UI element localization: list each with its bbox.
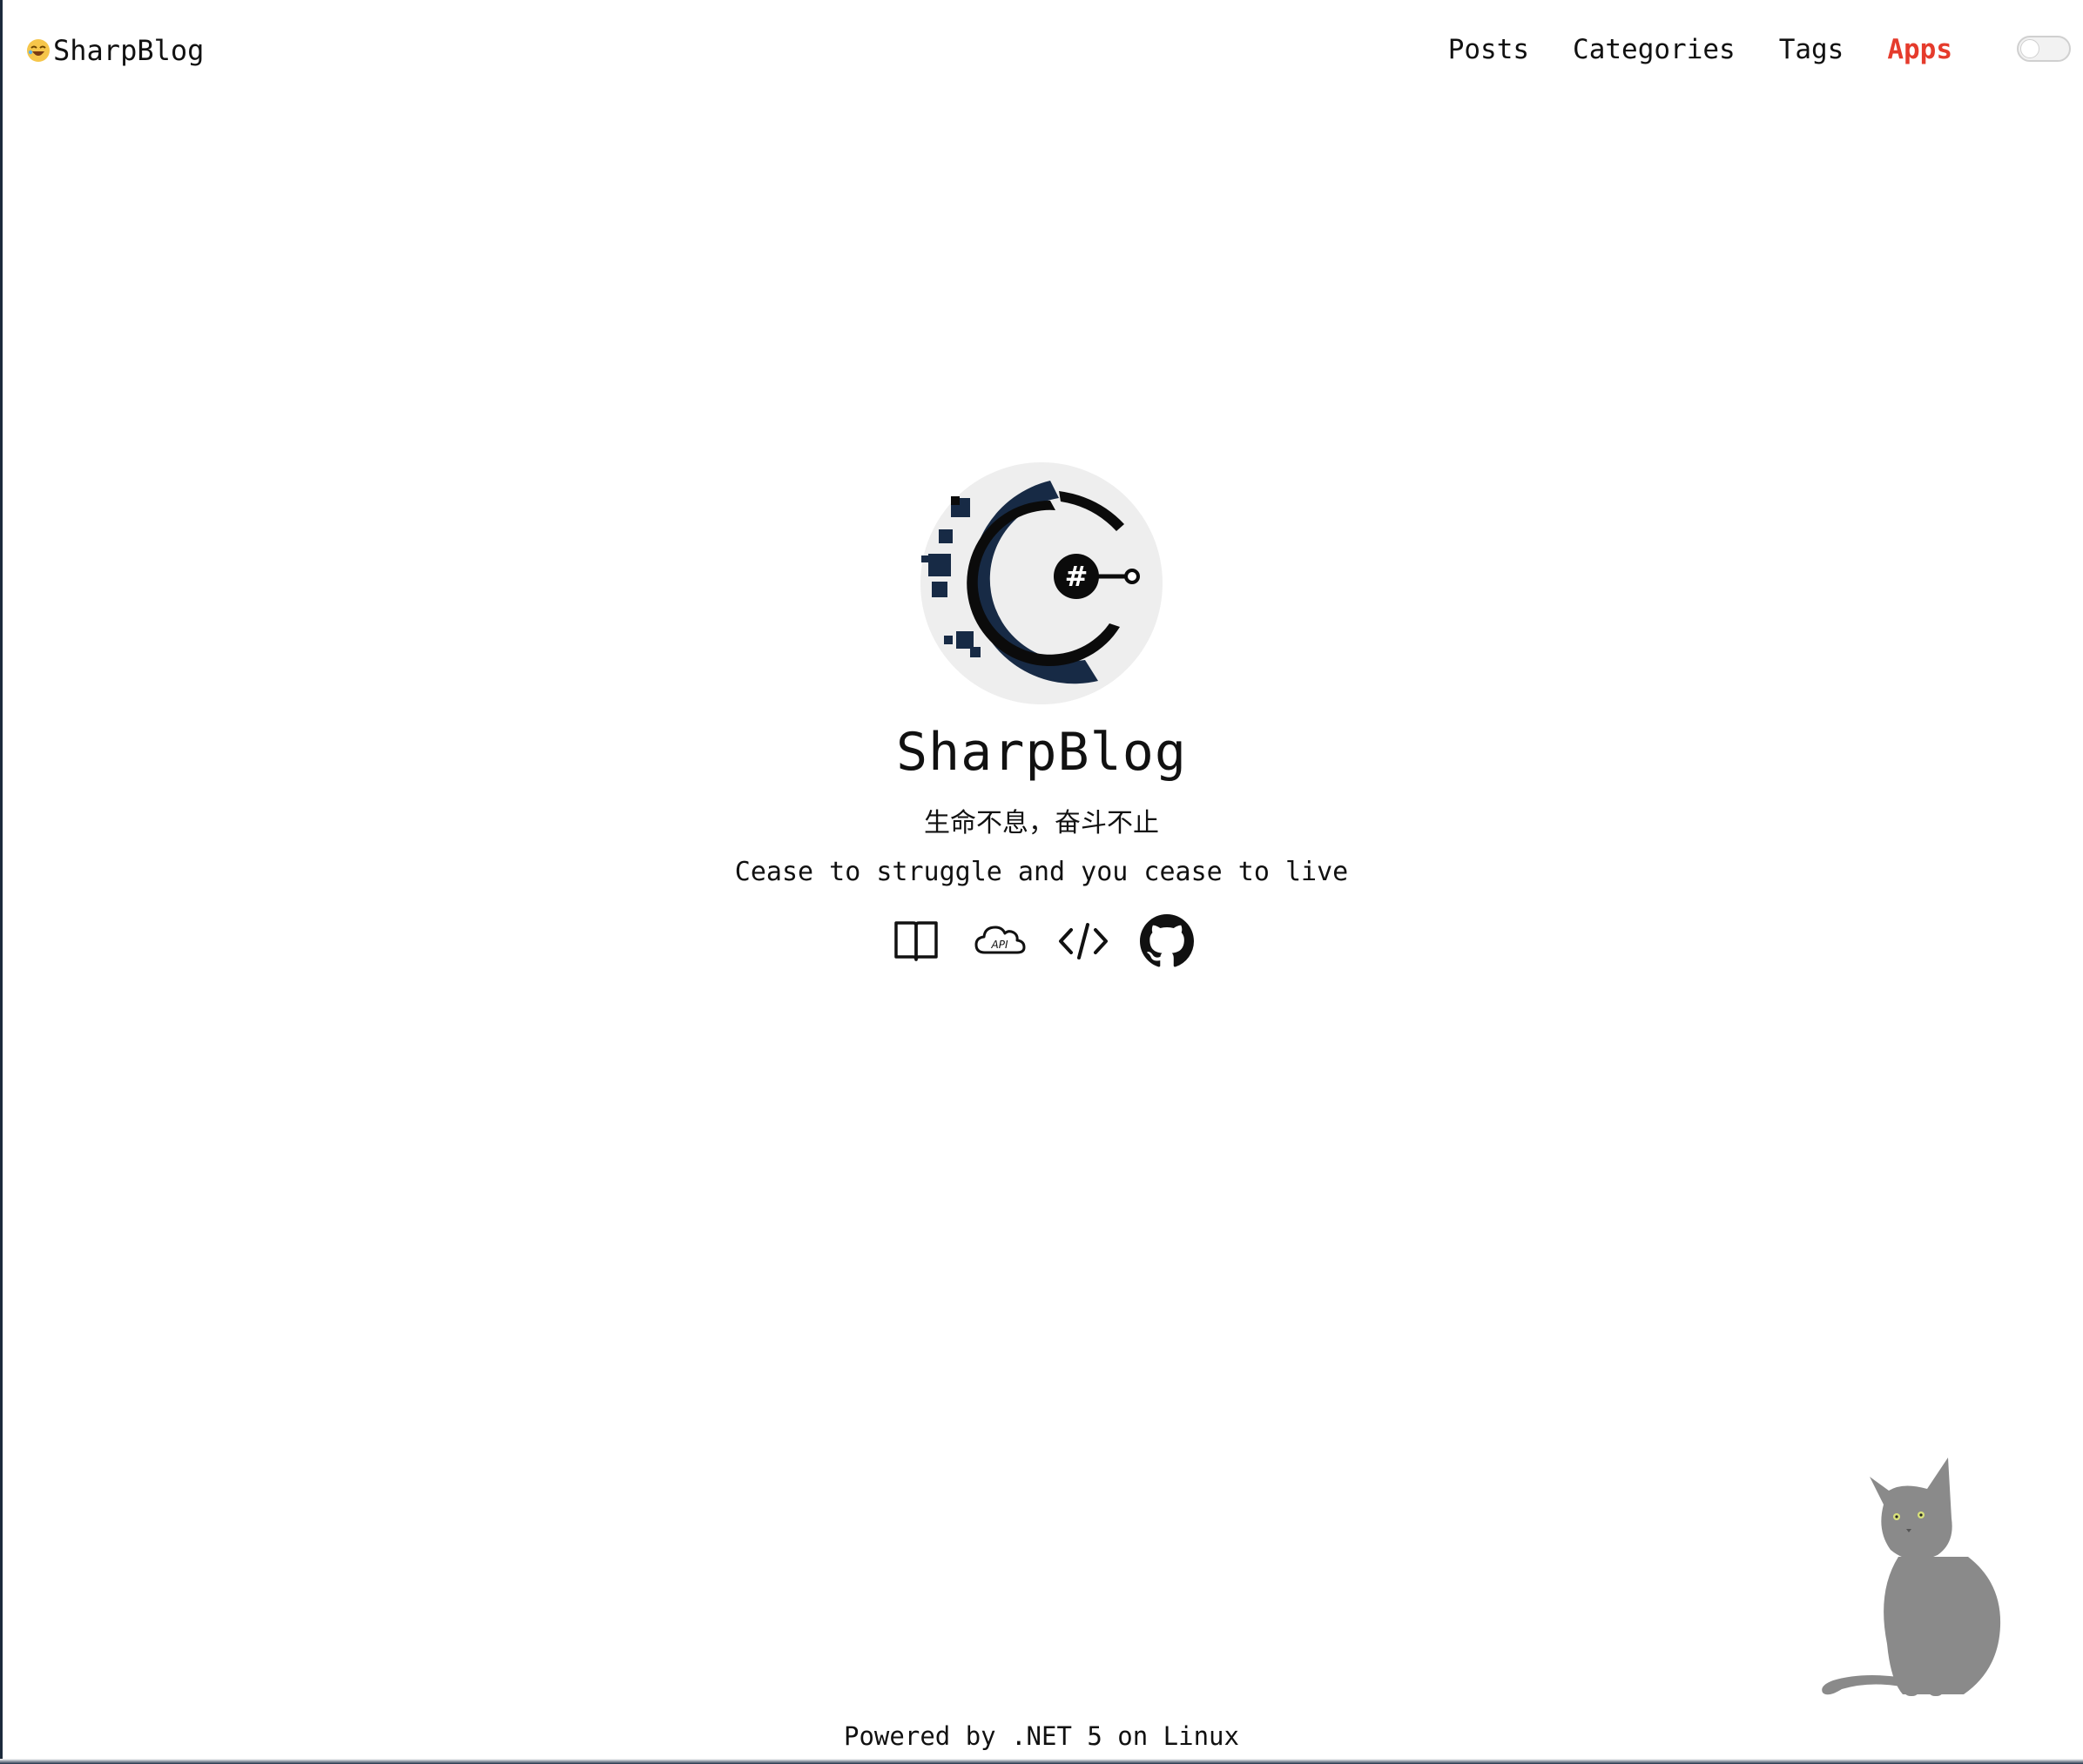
svg-text:#: # [1065,560,1089,593]
cloud-api-icon: API [974,926,1026,954]
nav-tags[interactable]: Tags [1779,28,1844,71]
laughing-face-emoji-icon [27,39,50,62]
social-links: API [0,914,2083,968]
source-code-link[interactable] [1056,914,1110,968]
nav-posts[interactable]: Posts [1448,28,1529,71]
code-icon [1059,923,1108,959]
nav-categories[interactable]: Categories [1573,28,1736,71]
svg-text:API: API [991,939,1008,951]
site-title: SharpBlog [895,722,1188,783]
window-bottom-edge [0,1759,2083,1764]
hero-section: # SharpBlog 生命不息，奋斗不止 Cease to struggle … [0,461,2083,968]
github-icon [1140,914,1194,967]
github-link[interactable] [1140,914,1194,968]
motto-chinese: 生命不息，奋斗不止 [924,808,1159,838]
docs-link[interactable] [889,914,943,968]
theme-toggle[interactable] [2017,36,2071,62]
motto-english: Cease to struggle and you cease to live [734,857,1349,887]
avatar: # [920,462,1163,704]
cat-illustration [1822,1458,2001,1696]
toggle-knob [2020,39,2039,58]
brand-link[interactable]: SharpBlog [26,30,204,71]
brand-label: SharpBlog [53,34,205,67]
api-link[interactable]: API [973,914,1027,968]
site-footer: Powered by .NET 5 on Linux [844,1721,1239,1751]
main-nav: Posts Categories Tags Apps [1448,28,1952,71]
book-icon [894,921,938,961]
nav-apps[interactable]: Apps [1887,28,1952,71]
site-header: SharpBlog Posts Categories Tags Apps [0,0,2083,101]
